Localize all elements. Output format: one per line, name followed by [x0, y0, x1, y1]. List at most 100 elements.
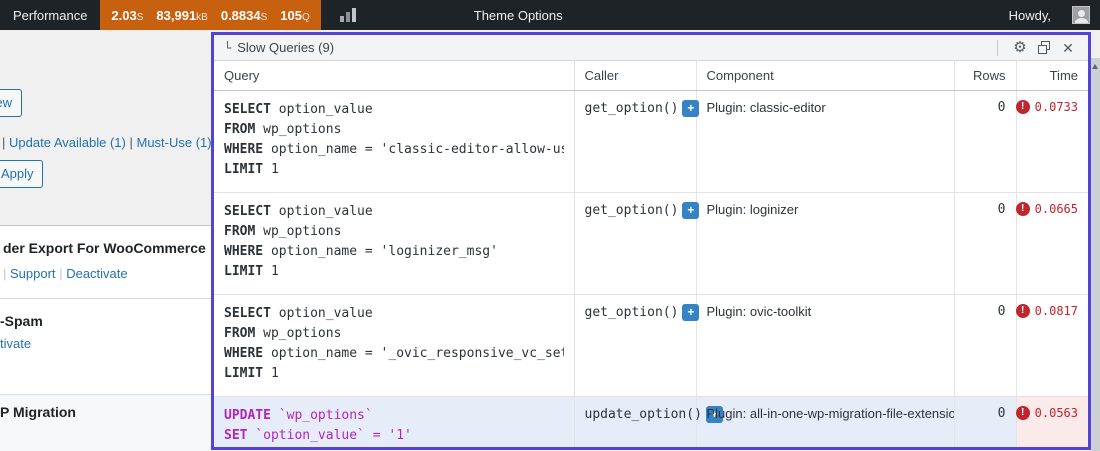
performance-label: Performance — [13, 8, 87, 23]
plugin-row-shading — [0, 394, 211, 451]
plugin-row-divider — [0, 298, 211, 299]
query-row: SELECT option_valueFROM wp_optionsWHERE … — [214, 295, 1088, 397]
user-avatar[interactable] — [1072, 6, 1090, 24]
admin-bar-performance[interactable]: Performance — [0, 0, 100, 30]
qm-page-time: 2.03S — [111, 8, 143, 23]
query-time-value: 0.0665 — [1035, 202, 1078, 216]
sql-line: LIMIT 1 — [224, 160, 564, 180]
howdy-label: Howdy, — [1009, 8, 1051, 23]
sql-line: FROM wp_options — [224, 222, 564, 242]
close-icon[interactable]: ✕ — [1056, 38, 1080, 58]
plugin-row-actions: | Support | Deactivate — [3, 266, 128, 281]
time-cell: ! 0.0563 — [1016, 397, 1088, 451]
plugin-row-divider — [0, 394, 211, 395]
slow-query-warning-icon: ! — [1016, 406, 1030, 420]
sql-line: WHERE option_name = '_ovic_responsive_vc… — [224, 344, 564, 364]
plugin-support-link[interactable]: Support — [10, 266, 56, 281]
query-cell: SELECT option_valueFROM wp_optionsWHERE … — [214, 295, 574, 397]
column-header-rows[interactable]: Rows — [954, 61, 1016, 91]
caller-cell: get_option()+ — [574, 193, 696, 295]
filter-separator: | — [129, 135, 132, 150]
slow-query-warning-icon: ! — [1016, 202, 1030, 216]
slow-query-warning-icon: ! — [1016, 304, 1030, 318]
vertical-scrollbar[interactable] — [1091, 58, 1100, 451]
settings-gear-icon[interactable]: ⚙ — [1008, 38, 1032, 58]
query-time-value: 0.0817 — [1035, 304, 1078, 318]
apply-button[interactable]: Apply — [0, 160, 43, 188]
caller-function: update_option() — [585, 406, 702, 424]
component-cell: Plugin: ovic-toolkit — [696, 295, 954, 397]
expand-caller-button[interactable]: + — [682, 100, 699, 117]
corner-glyph: └ — [224, 41, 231, 55]
caller-function: get_option() — [585, 100, 679, 118]
column-header-component[interactable]: Component — [696, 61, 954, 91]
qm-memory: 83,991kB — [156, 8, 207, 23]
slow-queries-table: Query Caller Component Rows Time SELECT … — [214, 61, 1088, 450]
bar-chart-menu-item[interactable] — [321, 0, 375, 30]
filter-separator: | — [2, 135, 5, 150]
admin-bar-theme-options[interactable]: Theme Options — [461, 0, 576, 30]
query-cell: SELECT option_valueFROM wp_optionsWHERE … — [214, 193, 574, 295]
qm-query-count: 105Q — [280, 8, 309, 23]
popout-window-icon[interactable] — [1032, 38, 1056, 58]
sql-line: SET `option_value` = '1' — [224, 426, 564, 446]
column-header-caller[interactable]: Caller — [574, 61, 696, 91]
query-time-value: 0.0563 — [1035, 406, 1078, 420]
scrollbar-up-arrow-icon[interactable] — [1092, 64, 1098, 69]
expand-caller-button[interactable]: + — [682, 202, 699, 219]
component-cell: Plugin: classic-editor — [696, 91, 954, 193]
admin-bar: Performance 2.03S 83,991kB 0.8834S 105Q … — [0, 0, 1100, 30]
query-monitor-stats[interactable]: 2.03S 83,991kB 0.8834S 105Q — [100, 0, 320, 30]
sql-line: WHERE option_name = 'classic-editor-allo… — [224, 140, 564, 160]
sql-line: SELECT option_value — [224, 304, 564, 324]
plugins-page-background: ew | Update Available (1) | Must-Use (1)… — [0, 30, 211, 451]
sql-line: FROM wp_options — [224, 120, 564, 140]
rows-cell: 0 — [954, 193, 1016, 295]
sql-line: FROM wp_options — [224, 324, 564, 344]
component-cell: Plugin: loginizer — [696, 193, 954, 295]
plugin-name: -Spam — [0, 313, 43, 329]
slow-query-warning-icon: ! — [1016, 100, 1030, 114]
action-separator: | — [59, 266, 62, 281]
plugin-activate-link[interactable]: tivate — [0, 336, 31, 351]
plugin-row-actions: tivate — [0, 336, 31, 351]
sql-line: LIMIT 1 — [224, 262, 564, 282]
time-cell: !0.0733 — [1016, 91, 1088, 193]
caller-cell: get_option()+ — [574, 295, 696, 397]
filter-must-use[interactable]: Must-Use (1) — [137, 135, 212, 150]
rows-cell: 0 — [954, 295, 1016, 397]
query-row: SELECT option_valueFROM wp_optionsWHERE … — [214, 91, 1088, 193]
plugin-name: P Migration — [0, 404, 76, 420]
add-new-button[interactable]: ew — [0, 89, 22, 117]
column-header-query: Query — [214, 61, 574, 91]
plugins-table: der Export For WooCommerce | Support | D… — [0, 225, 211, 451]
query-monitor-panel: └ Slow Queries (9) ⚙ ✕ Query Caller Comp… — [211, 32, 1091, 450]
plugin-name: der Export For WooCommerce — [3, 240, 206, 256]
panel-title: Slow Queries (9) — [237, 40, 334, 55]
component-cell: Plugin: all-in-one-wp-migration-file-ext… — [696, 397, 954, 451]
bar-chart-icon — [340, 8, 356, 22]
caller-cell: get_option()+ — [574, 91, 696, 193]
table-header-row: Query Caller Component Rows Time — [214, 61, 1088, 91]
filter-update-available[interactable]: Update Available (1) — [9, 135, 126, 150]
caller-cell: update_option()+ — [574, 397, 696, 451]
sql-line: LIMIT 1 — [224, 364, 564, 384]
rows-cell: 0 — [954, 397, 1016, 451]
expand-caller-button[interactable]: + — [682, 304, 699, 321]
admin-bar-howdy[interactable]: Howdy, — [996, 0, 1064, 30]
qm-panel-titlebar: └ Slow Queries (9) ⚙ ✕ — [214, 35, 1088, 61]
admin-bar-spacer — [576, 0, 996, 30]
theme-options-label: Theme Options — [474, 8, 563, 23]
action-separator: | — [3, 266, 6, 281]
titlebar-divider — [997, 40, 998, 56]
column-header-time[interactable]: Time — [1016, 61, 1088, 91]
caller-function: get_option() — [585, 304, 679, 322]
query-cell: UPDATE `wp_options`SET `option_value` = … — [214, 397, 574, 451]
qm-db-time: 0.8834S — [221, 8, 267, 23]
sql-line: UPDATE `wp_options` — [224, 406, 564, 426]
time-cell: ! 0.0817 — [1016, 295, 1088, 397]
plugin-deactivate-link[interactable]: Deactivate — [66, 266, 127, 281]
query-cell: SELECT option_valueFROM wp_optionsWHERE … — [214, 91, 574, 193]
qm-table-body: SELECT option_valueFROM wp_optionsWHERE … — [214, 91, 1088, 451]
plugin-filter-links: | Update Available (1) | Must-Use (1) — [2, 135, 211, 150]
